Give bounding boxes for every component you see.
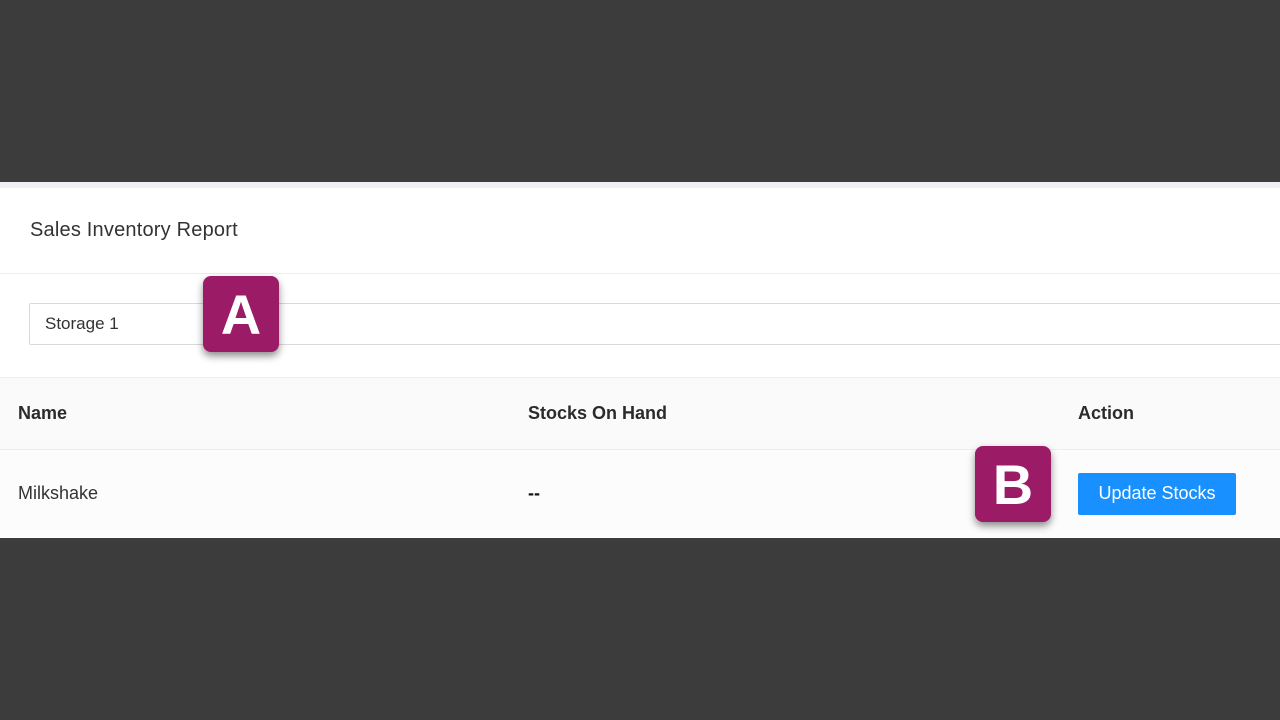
stocks-on-hand-value: -- [528,483,540,503]
action-cell: Update Stocks [1078,450,1236,537]
panel-header: Sales Inventory Report [0,188,1280,274]
update-stocks-button[interactable]: Update Stocks [1078,472,1236,515]
column-header-stocks: Stocks On Hand [528,403,668,423]
screen: Sales Inventory Report Storage 1 Name St… [0,0,1280,720]
page-title: Sales Inventory Report [30,219,238,241]
product-name-cell: Milkshake [18,483,99,503]
sales-inventory-panel: Sales Inventory Report Storage 1 Name St… [0,182,1280,538]
column-header-name: Name [18,403,68,423]
filter-area: Storage 1 [0,274,1280,378]
column-header-action: Action [1078,403,1134,423]
table-header: Name Stocks On Hand Action [0,378,1280,450]
annotation-badge-b: B [975,446,1051,522]
annotation-badge-a: A [203,276,279,352]
stocks-on-hand-cell: -- [528,450,540,537]
table-row: Milkshake -- Update Stocks [0,450,1280,537]
storage-select-value: Storage 1 [45,314,119,333]
